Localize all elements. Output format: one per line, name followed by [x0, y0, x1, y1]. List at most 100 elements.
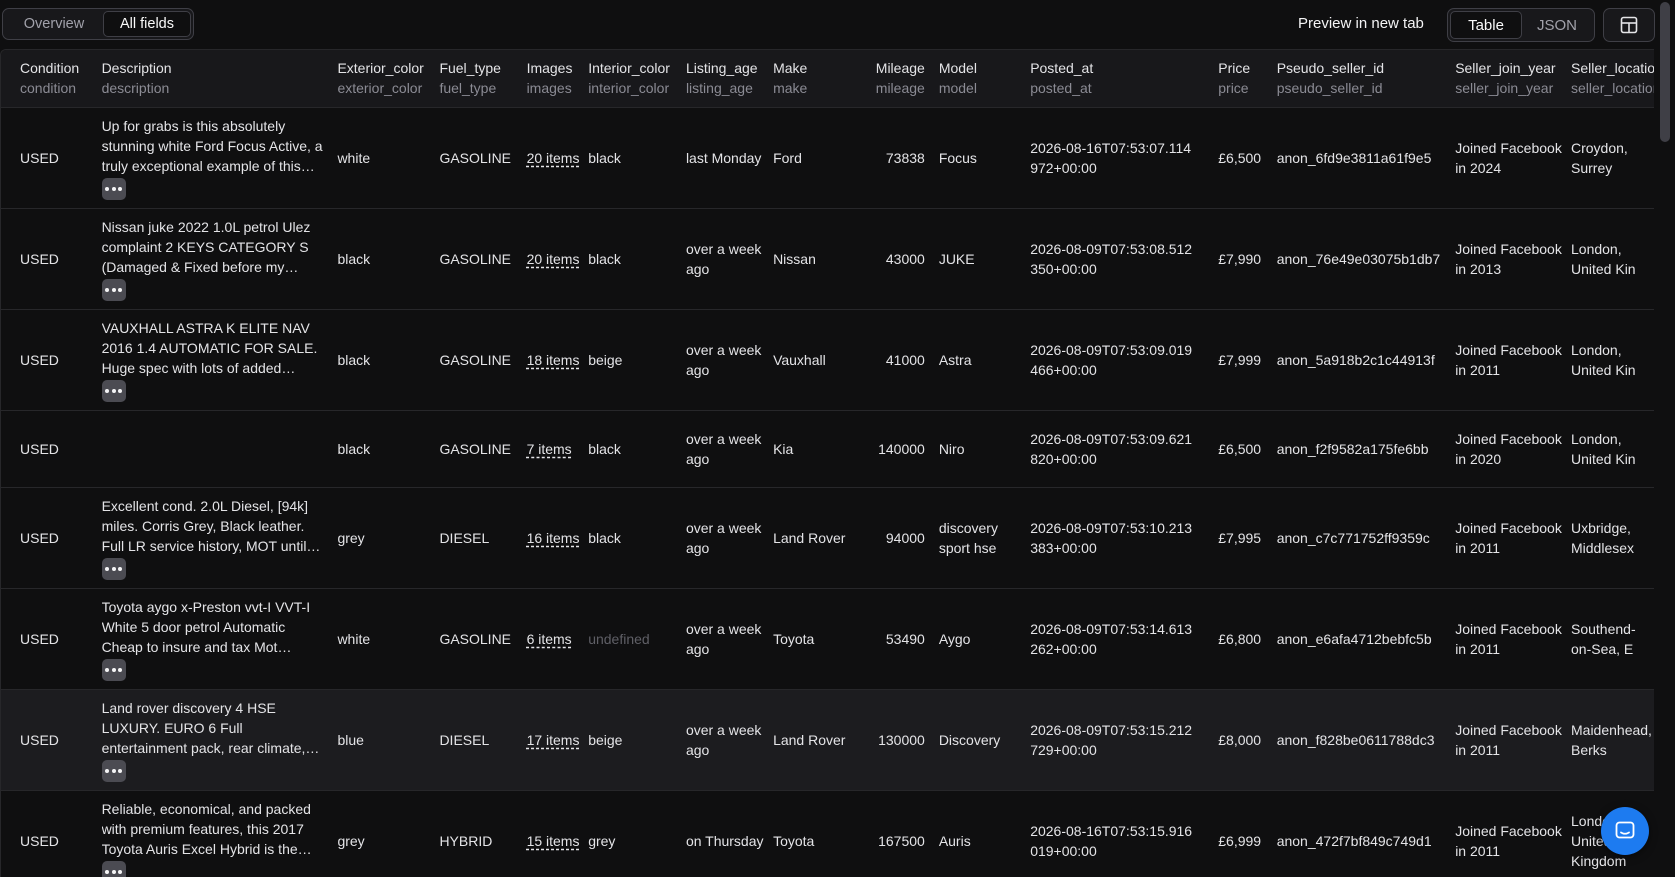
- table-row[interactable]: USEDblackGASOLINE7 itemsblackover a week…: [1, 410, 1654, 487]
- expand-description-button[interactable]: [102, 760, 126, 782]
- column-header-key: model: [939, 78, 1024, 98]
- cell-make: Land Rover: [767, 487, 861, 588]
- cell-value: 2026-08-16T07:53:07.114972+00:00: [1030, 138, 1195, 178]
- cell-value: black: [337, 352, 370, 368]
- top-bar: Overview All fields Preview in new tab T…: [0, 0, 1675, 48]
- description-text: Excellent cond. 2.0L Diesel, [94k] miles…: [102, 496, 324, 556]
- column-header-seller-location[interactable]: Seller_locationseller_location: [1565, 50, 1654, 107]
- cell-value: 41000: [886, 352, 925, 368]
- cell-value: Croydon, Surrey: [1571, 138, 1651, 178]
- images-items-link[interactable]: 20 items: [527, 150, 580, 166]
- cell-mileage: 53490: [861, 588, 933, 689]
- cell-value: Joined Facebook in 2011: [1455, 621, 1562, 657]
- tab-overview[interactable]: Overview: [5, 11, 103, 37]
- cell-value: Focus: [939, 150, 977, 166]
- tab-json[interactable]: JSON: [1522, 11, 1592, 39]
- column-header-key: seller_join_year: [1455, 78, 1565, 98]
- preview-in-new-tab-link[interactable]: Preview in new tab: [1298, 15, 1424, 32]
- cell-value: Ford: [773, 150, 802, 166]
- column-header-interior-color[interactable]: Interior_colorinterior_color: [582, 50, 680, 107]
- column-header-condition[interactable]: Conditioncondition: [1, 50, 96, 107]
- view-tabs: Overview All fields: [2, 8, 194, 40]
- column-header-description[interactable]: Descriptiondescription: [96, 50, 332, 107]
- column-header-exterior-color[interactable]: Exterior_colorexterior_color: [331, 50, 433, 107]
- expand-description-button[interactable]: [102, 279, 126, 301]
- column-header-listing-age[interactable]: Listing_agelisting_age: [680, 50, 767, 107]
- tab-all-fields[interactable]: All fields: [103, 11, 191, 37]
- table-row[interactable]: USEDNissan juke 2022 1.0L petrol Ulez co…: [1, 208, 1654, 309]
- cell-seller-location: London, United Kin: [1565, 208, 1654, 309]
- cell-value: GASOLINE: [439, 441, 511, 457]
- layout-toggle-button[interactable]: [1603, 8, 1655, 42]
- more-dots-icon: [104, 668, 124, 672]
- cell-mileage: 167500: [861, 790, 933, 877]
- column-header-images[interactable]: Imagesimages: [521, 50, 583, 107]
- chat-launcher-button[interactable]: [1601, 807, 1649, 855]
- column-header-price[interactable]: Priceprice: [1212, 50, 1270, 107]
- column-header-pseudo-seller-id[interactable]: Pseudo_seller_idpseudo_seller_id: [1271, 50, 1450, 107]
- format-tabs: Table JSON: [1447, 8, 1595, 42]
- expand-description-button[interactable]: [102, 380, 126, 402]
- table-row[interactable]: USEDToyota aygo x-Preston vvt-I VVT-I Wh…: [1, 588, 1654, 689]
- cell-value: anon_6fd9e3811a61f9e5: [1277, 150, 1432, 166]
- table-row[interactable]: USEDExcellent cond. 2.0L Diesel, [94k] m…: [1, 487, 1654, 588]
- column-header-mileage[interactable]: Mileagemileage: [861, 50, 933, 107]
- cell-posted-at: 2026-08-09T07:53:08.512350+00:00: [1024, 208, 1212, 309]
- cell-model: Astra: [933, 309, 1024, 410]
- images-items-link[interactable]: 7 items: [527, 441, 572, 457]
- cell-interior-color: black: [582, 487, 680, 588]
- images-items-link[interactable]: 6 items: [527, 631, 572, 647]
- expand-description-button[interactable]: [102, 558, 126, 580]
- scrollbar-thumb[interactable]: [1660, 2, 1670, 142]
- cell-condition: USED: [1, 790, 96, 877]
- cell-value: Joined Facebook in 2024: [1455, 140, 1562, 176]
- cell-value: beige: [588, 352, 622, 368]
- description-text: Land rover discovery 4 HSE LUXURY. EURO …: [102, 698, 324, 758]
- cell-images: 20 items: [521, 107, 583, 208]
- column-header-posted-at[interactable]: Posted_atposted_at: [1024, 50, 1212, 107]
- images-items-link[interactable]: 18 items: [527, 352, 580, 368]
- images-items-link[interactable]: 17 items: [527, 732, 580, 748]
- images-items-link[interactable]: 20 items: [527, 251, 580, 267]
- expand-description-button[interactable]: [102, 861, 126, 877]
- images-items-link[interactable]: 16 items: [527, 530, 580, 546]
- table-row[interactable]: USEDVAUXHALL ASTRA K ELITE NAV 2016 1.4 …: [1, 309, 1654, 410]
- column-header-seller-join-year[interactable]: Seller_join_yearseller_join_year: [1449, 50, 1565, 107]
- cell-description: Toyota aygo x-Preston vvt-I VVT-I White …: [96, 588, 332, 689]
- cell-value: 43000: [886, 251, 925, 267]
- layout-panel-icon: [1620, 16, 1638, 34]
- cell-value: Astra: [939, 352, 972, 368]
- cell-seller-join-year: Joined Facebook in 2013: [1449, 208, 1565, 309]
- column-header-fuel-type[interactable]: Fuel_typefuel_type: [433, 50, 520, 107]
- cell-price: £8,000: [1212, 689, 1270, 790]
- cell-listing-age: over a week ago: [680, 410, 767, 487]
- table-row[interactable]: USEDUp for grabs is this absolutely stun…: [1, 107, 1654, 208]
- column-header-label: Seller_location: [1571, 58, 1654, 78]
- table-row[interactable]: USEDReliable, economical, and packed wit…: [1, 790, 1654, 877]
- cell-value: over a week ago: [686, 621, 761, 657]
- images-items-link[interactable]: 15 items: [527, 833, 580, 849]
- expand-description-button[interactable]: [102, 178, 126, 200]
- table-row[interactable]: USEDLand rover discovery 4 HSE LUXURY. E…: [1, 689, 1654, 790]
- cell-value: Joined Facebook in 2011: [1455, 520, 1562, 556]
- cell-value: 53490: [886, 631, 925, 647]
- cell-value: beige: [588, 732, 622, 748]
- cell-make: Vauxhall: [767, 309, 861, 410]
- cell-value: anon_c7c771752ff9359c: [1277, 530, 1430, 546]
- column-header-model[interactable]: Modelmodel: [933, 50, 1024, 107]
- column-header-key: pseudo_seller_id: [1277, 78, 1450, 98]
- column-header-make[interactable]: Makemake: [767, 50, 861, 107]
- cell-seller-join-year: Joined Facebook in 2011: [1449, 588, 1565, 689]
- cell-exterior-color: black: [331, 208, 433, 309]
- cell-value: over a week ago: [686, 342, 761, 378]
- tab-table[interactable]: Table: [1450, 11, 1522, 39]
- cell-value: USED: [20, 352, 59, 368]
- cell-model: JUKE: [933, 208, 1024, 309]
- cell-value: Nissan: [773, 251, 816, 267]
- cell-value: 167500: [878, 833, 925, 849]
- cell-images: 17 items: [521, 689, 583, 790]
- data-table-container[interactable]: ConditionconditionDescriptiondescription…: [0, 49, 1654, 877]
- expand-description-button[interactable]: [102, 659, 126, 681]
- cell-description: Nissan juke 2022 1.0L petrol Ulez compla…: [96, 208, 332, 309]
- cell-value: 2026-08-09T07:53:09.019466+00:00: [1030, 340, 1195, 380]
